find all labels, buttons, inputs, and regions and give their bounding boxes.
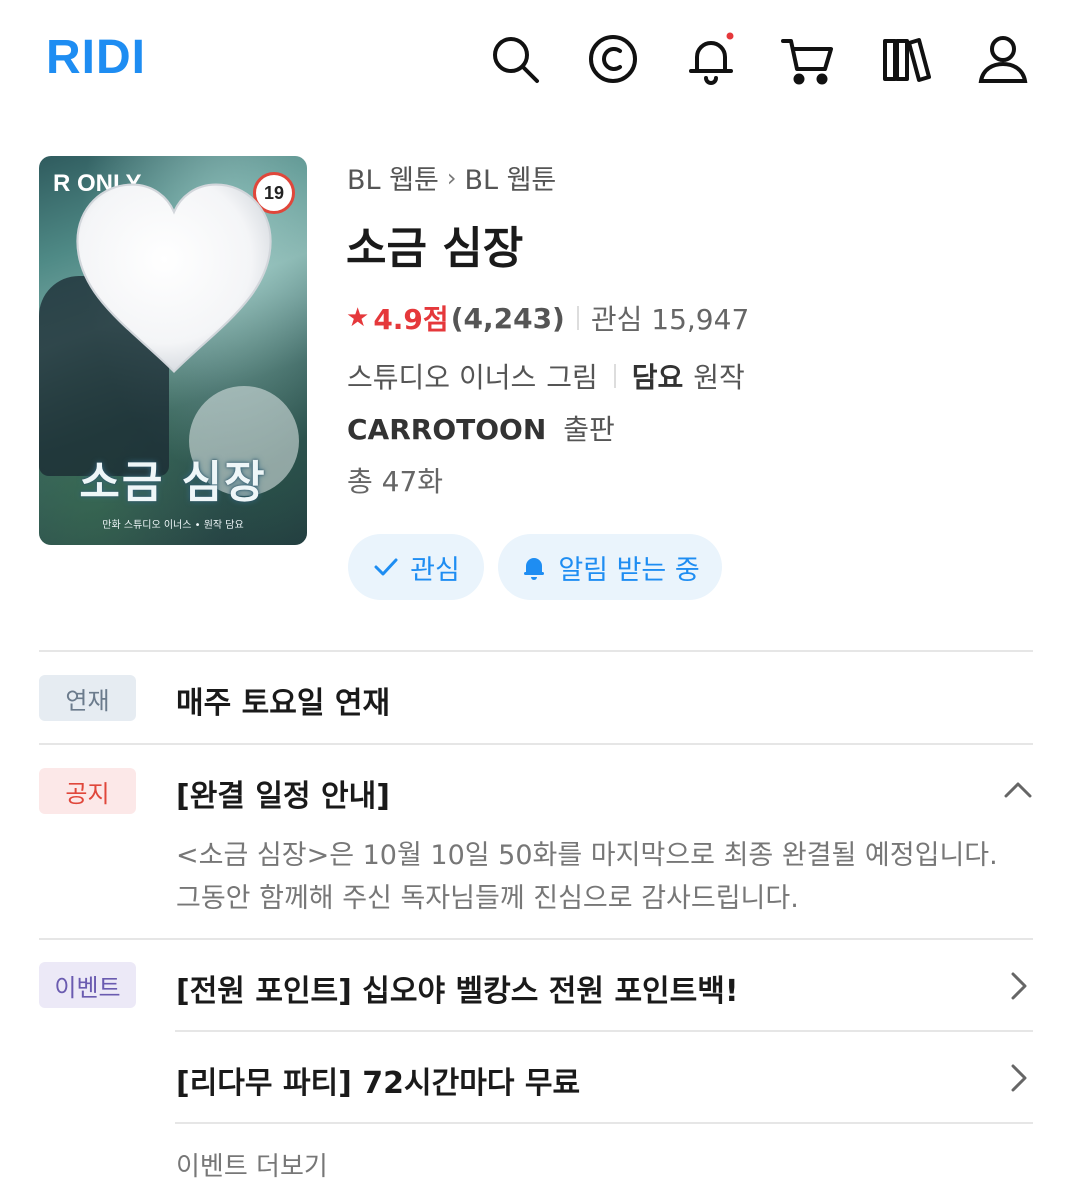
divider [175,1122,1033,1124]
bell-filled-icon [524,558,545,580]
divider [175,1030,1033,1032]
authors-row: 스튜디오 이너스 그림 담요 원작 [347,356,745,396]
more-events-link[interactable]: 이벤트 더보기 [176,1146,328,1183]
rating-row: ★ 4.9점 (4,243) 관심 15,947 [346,298,749,338]
book-cover[interactable]: R ONLY 19 소금 심장 만화 스튜디오 이너스 • 원작 담요 [39,156,307,545]
bell-icon[interactable] [682,30,740,88]
chevron-up-icon[interactable] [1000,772,1036,808]
favorite-count: 관심 15,947 [590,303,750,336]
library-icon[interactable] [878,30,936,88]
publisher-name[interactable]: CARROTOON [347,413,546,446]
breadcrumb-item[interactable]: BL 웹툰 [464,158,556,197]
rating-score: 4.9점 [373,303,449,336]
chevron-right-icon[interactable] [1000,1060,1036,1096]
star-icon: ★ [346,303,370,333]
search-icon[interactable] [486,30,544,88]
divider [39,650,1033,652]
chevron-right-icon[interactable] [1000,968,1036,1004]
artist-role: 그림 [546,361,598,394]
publisher-row: CARROTOON 출판 [347,408,615,448]
check-icon [374,558,398,576]
cart-icon[interactable] [778,30,836,88]
notice-badge: 공지 [39,768,136,814]
cover-credit: 만화 스튜디오 이너스 • 원작 담요 [102,520,244,531]
event-item-2[interactable]: [리다무 파티] 72시간마다 무료 [176,1058,580,1102]
episode-count: 총 47화 [347,465,444,498]
serial-badge: 연재 [39,675,136,721]
ridi-logo[interactable]: RIDI [46,30,146,85]
notice-title[interactable]: [완결 일정 안내] [176,771,390,815]
cash-icon[interactable] [584,30,642,88]
divider [39,938,1033,940]
event-badge: 이벤트 [39,962,136,1008]
book-title: 소금 심장 [346,223,524,274]
author-name[interactable]: 담요 [632,356,684,396]
notice-body: <소금 심장>은 10월 10일 50화를 마지막으로 최종 완결될 예정입니다… [176,840,998,914]
top-bar: RIDI [0,0,1072,120]
breadcrumb: BL 웹툰 › BL 웹툰 [347,158,556,197]
white-heart-icon [76,183,272,373]
notify-button[interactable]: 알림 받는 중 [498,534,722,600]
user-icon[interactable] [974,30,1032,88]
breadcrumb-item[interactable]: BL 웹툰 [347,158,439,197]
cover-title-art: 소금 심장 [79,457,267,508]
divider [613,364,616,388]
author-role: 원작 [693,361,745,394]
favorite-label: 관심 [410,554,460,586]
rating-count: (4,243) [450,301,565,335]
event-item-1[interactable]: [전원 포인트] 십오야 벨캉스 전원 포인트백! [176,966,739,1010]
favorite-button[interactable]: 관심 [348,534,484,600]
artist-name[interactable]: 스튜디오 이너스 [347,356,536,396]
chevron-right-icon: › [446,163,457,192]
publisher-role: 출판 [563,413,615,446]
divider [576,306,579,330]
serial-schedule: 매주 토요일 연재 [176,686,391,721]
notify-label: 알림 받는 중 [558,554,700,586]
divider [39,743,1033,745]
